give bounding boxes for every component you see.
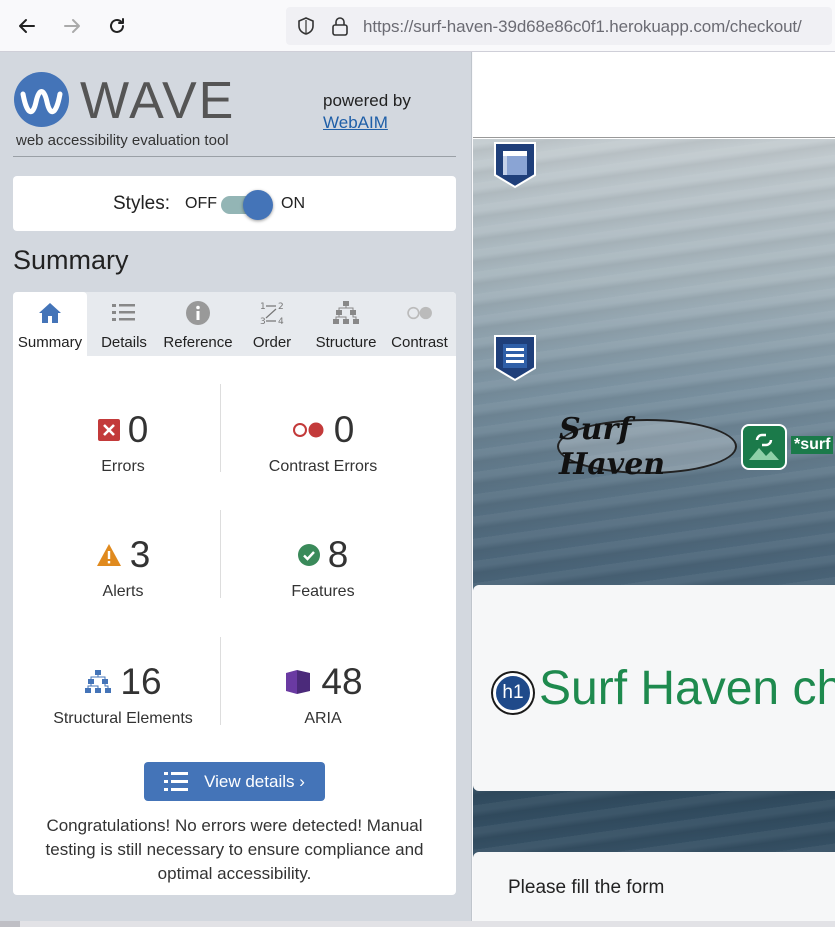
features-stat[interactable]: 8 Features [223, 534, 423, 601]
forward-arrow-icon [64, 19, 80, 33]
scrollbar-thumb[interactable] [0, 921, 20, 927]
header-region-icon[interactable] [491, 141, 539, 189]
back-arrow-icon [19, 19, 35, 33]
styles-toggle-panel: Styles: OFF ON [13, 176, 456, 231]
structural-stat[interactable]: 16 Structural Elements [23, 661, 223, 728]
info-icon [184, 300, 212, 326]
view-details-label: View details › [204, 771, 305, 791]
tab-order[interactable]: 1 2 3 4 Order [235, 292, 309, 356]
list-icon [110, 300, 138, 326]
error-icon [97, 419, 120, 441]
browser-toolbar: https://surf-haven-39d68e86c0f1.herokuap… [0, 0, 835, 52]
powered-by-text: powered by [323, 91, 411, 110]
shield-icon[interactable] [296, 16, 316, 36]
features-count: 8 [327, 534, 349, 575]
wave-panel: WAVE web accessibility evaluation tool p… [0, 52, 472, 921]
tab-label: Details [101, 334, 147, 351]
url-text[interactable]: https://surf-haven-39d68e86c0f1.herokuap… [363, 17, 802, 37]
svg-text:4: 4 [278, 317, 284, 326]
order-icon: 1 2 3 4 [258, 300, 286, 326]
alt-text-label: *surf [791, 436, 834, 454]
switch-knob[interactable] [243, 190, 273, 220]
hero-background: Surf Haven *surf h1 Surf Haven ch Please… [473, 139, 835, 921]
tab-label: Structure [315, 334, 377, 351]
url-host: https://surf-haven-39d68e86c0f1.herokuap… [363, 17, 726, 36]
reload-icon [110, 18, 124, 33]
navigation-region-icon[interactable] [491, 334, 539, 382]
list-icon [164, 771, 189, 791]
alert-icon [96, 544, 121, 566]
wave-logo-text: WAVE [80, 72, 236, 130]
h1-badge-icon[interactable]: h1 [493, 673, 533, 713]
logo-text: Surf Haven [559, 411, 666, 482]
linked-image-icon[interactable] [741, 424, 787, 470]
reload-button[interactable] [103, 12, 131, 40]
title-card: h1 Surf Haven ch [473, 585, 835, 791]
styles-off-label: OFF [185, 195, 217, 212]
form-card: Please fill the form [473, 852, 835, 921]
powered-by: powered by WebAIM [323, 90, 411, 134]
congrats-message: Congratulations! No errors were detected… [45, 816, 424, 883]
structure-icon [332, 300, 360, 326]
contrast-errors-stat[interactable]: 0 Contrast Errors [223, 409, 423, 476]
aria-count: 48 [321, 661, 363, 702]
page-header [473, 52, 835, 138]
structure-icon [85, 670, 112, 693]
surf-haven-logo[interactable]: Surf Haven [557, 412, 737, 482]
url-path: /checkout/ [725, 17, 802, 36]
separator [220, 510, 221, 598]
form-prompt: Please fill the form [508, 877, 665, 898]
tab-label: Contrast [391, 334, 448, 351]
features-label: Features [291, 583, 355, 600]
alerts-stat[interactable]: 3 Alerts [23, 534, 223, 601]
alerts-label: Alerts [102, 583, 144, 600]
webaim-link[interactable]: WebAIM [323, 113, 388, 132]
tab-summary[interactable]: Summary [13, 292, 87, 356]
svg-text:3: 3 [260, 317, 266, 326]
separator [220, 384, 221, 472]
view-details-button[interactable]: View details › [144, 762, 325, 801]
contrast-icon [406, 300, 434, 326]
home-icon [36, 300, 64, 326]
tab-label: Summary [17, 334, 83, 351]
structural-label: Structural Elements [53, 710, 193, 727]
tab-label: Reference [163, 334, 233, 351]
wave-tagline: web accessibility evaluation tool [16, 132, 229, 149]
errors-count: 0 [127, 409, 149, 450]
tab-reference[interactable]: Reference [161, 292, 235, 356]
divider [13, 156, 456, 157]
page-title: Surf Haven ch [539, 662, 835, 715]
styles-toggle-switch[interactable] [221, 190, 273, 220]
svg-text:2: 2 [278, 302, 284, 312]
feature-check-icon [297, 544, 320, 566]
tab-details[interactable]: Details [87, 292, 161, 356]
page-viewport: Surf Haven *surf h1 Surf Haven ch Please… [473, 52, 835, 921]
errors-label: Errors [101, 458, 145, 475]
horizontal-scrollbar[interactable] [0, 921, 835, 927]
structural-count: 16 [120, 661, 162, 702]
tab-bar: Summary Details Reference 1 2 3 4 Order Str… [13, 292, 456, 356]
back-button[interactable] [13, 12, 41, 40]
contrast-errors-count: 0 [333, 409, 355, 450]
alerts-count: 3 [129, 534, 151, 575]
styles-on-label: ON [281, 195, 305, 212]
wave-logo-icon [14, 72, 69, 127]
tab-structure[interactable]: Structure [309, 292, 383, 356]
aria-label: ARIA [304, 710, 342, 727]
aria-stat[interactable]: 48 ARIA [223, 661, 423, 728]
contrast-errors-label: Contrast Errors [268, 458, 378, 475]
tab-contrast[interactable]: Contrast [383, 292, 456, 356]
contrast-error-icon [292, 422, 324, 438]
summary-card: Summary Details Reference 1 2 3 4 Order Str… [13, 292, 456, 895]
aria-icon [286, 670, 311, 694]
svg-text:1: 1 [260, 302, 266, 312]
errors-stat[interactable]: 0 Errors [23, 409, 223, 476]
tab-label: Order [252, 334, 292, 351]
styles-label: Styles: [113, 193, 171, 214]
url-bar[interactable]: https://surf-haven-39d68e86c0f1.herokuap… [286, 7, 832, 45]
lock-icon[interactable] [331, 16, 349, 36]
forward-button[interactable] [58, 12, 86, 40]
summary-heading: Summary [13, 245, 129, 275]
separator [220, 637, 221, 725]
